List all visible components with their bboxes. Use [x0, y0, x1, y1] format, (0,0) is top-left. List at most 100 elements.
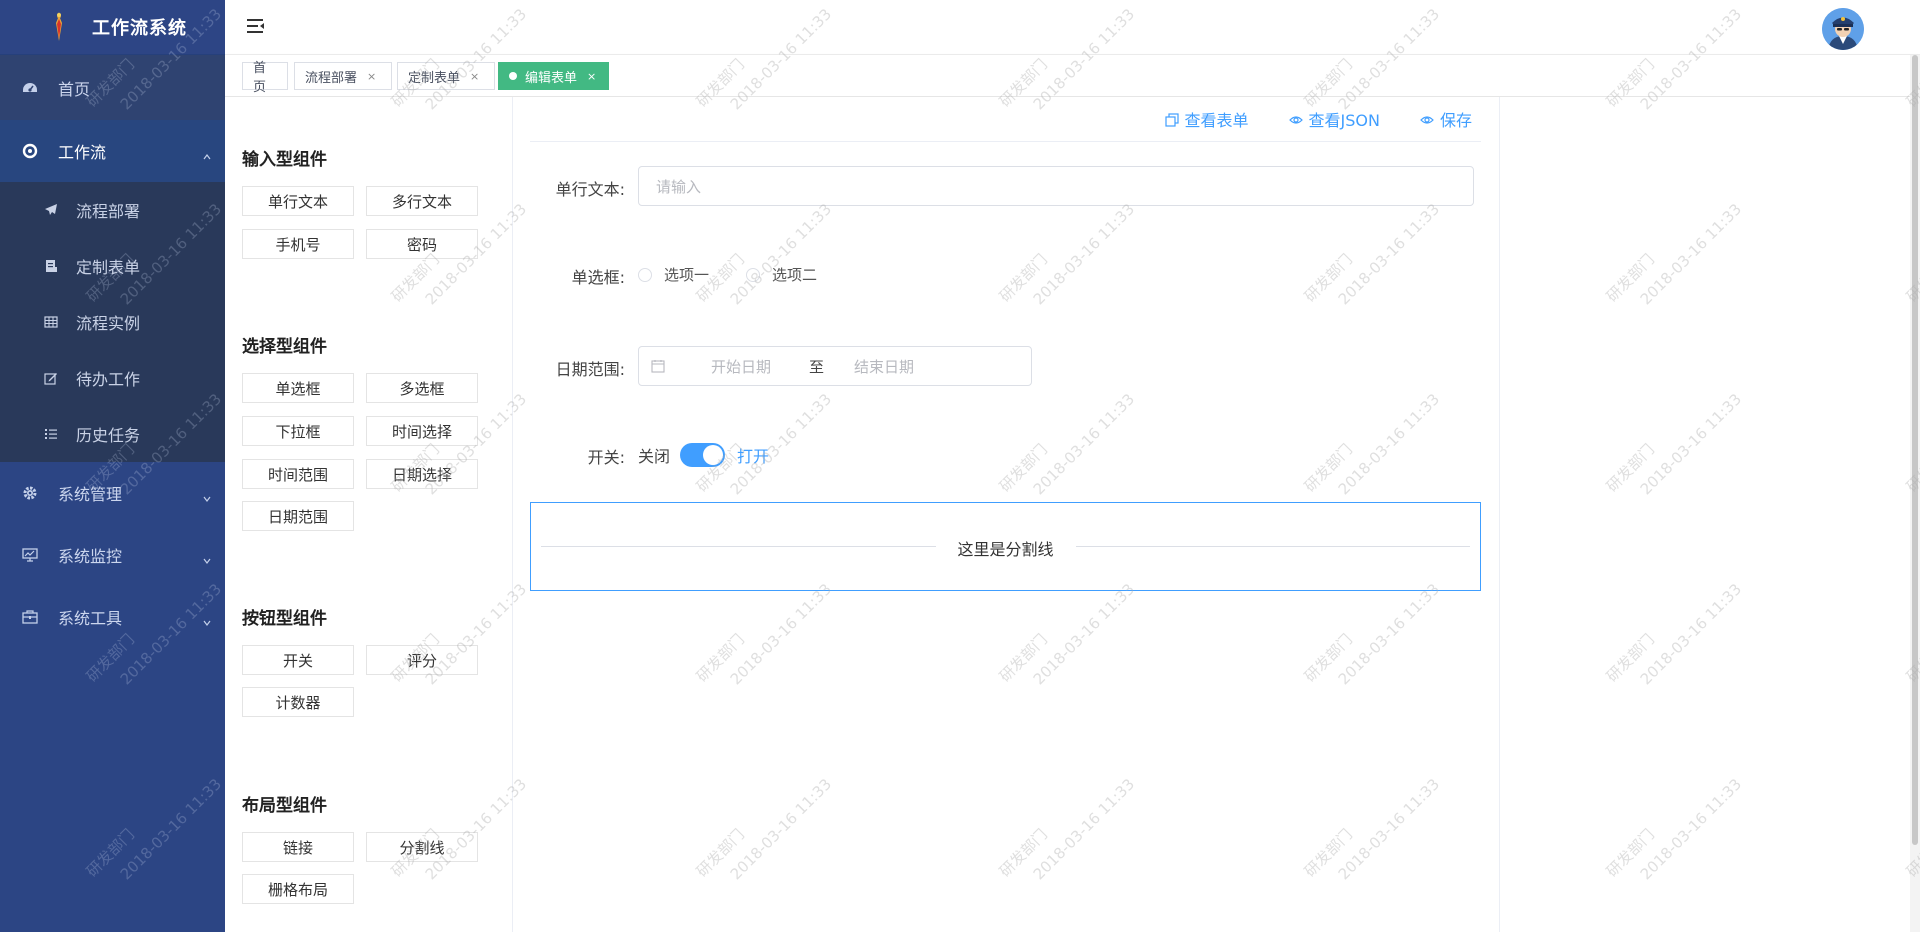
- start-date-input[interactable]: 开始日期: [711, 356, 771, 377]
- save-label: 保存: [1439, 111, 1472, 130]
- sidebar-item-system-tools[interactable]: 系统工具: [0, 586, 225, 648]
- tab-custom-form[interactable]: 定制表单 ×: [397, 62, 495, 90]
- sidebar-item-process-instance[interactable]: 流程实例: [0, 294, 225, 350]
- toolbox-icon: [22, 609, 38, 625]
- component-phone[interactable]: 手机号: [242, 229, 354, 259]
- logo-icon: [52, 11, 66, 43]
- sidebar-item-todo[interactable]: 待办工作: [0, 350, 225, 406]
- close-icon[interactable]: ×: [470, 70, 479, 83]
- chevron-down-icon: [203, 488, 211, 502]
- sidebar: 工作流系统 首页 工作流 流程部署 定制表单 流程实例 待办工作 历史任务 系统…: [0, 0, 225, 932]
- component-grid-layout[interactable]: 栅格布局: [242, 874, 354, 904]
- tab-label: 首页: [253, 61, 267, 95]
- avatar[interactable]: [1822, 8, 1864, 50]
- component-select[interactable]: 下拉框: [242, 416, 354, 446]
- radio-option-1[interactable]: 选项一: [638, 264, 709, 285]
- calendar-icon: [651, 359, 665, 373]
- sidebar-item-label: 系统管理: [58, 485, 123, 504]
- tab-edit-form[interactable]: 编辑表单 ×: [498, 62, 609, 90]
- text-placeholder: 请输入: [656, 177, 702, 196]
- radio-option-2[interactable]: 选项二: [746, 264, 817, 285]
- logo-bar[interactable]: 工作流系统: [0, 0, 225, 55]
- sidebar-item-label: 待办工作: [76, 370, 141, 389]
- sidebar-item-label: 工作流: [58, 143, 107, 162]
- radio-option-label: 选项一: [664, 266, 710, 284]
- sidebar-item-system-monitor[interactable]: 系统监控: [0, 524, 225, 586]
- view-json-label: 查看JSON: [1308, 111, 1380, 130]
- view-json-button[interactable]: 查看JSON: [1288, 107, 1380, 131]
- radio-option-label: 选项二: [772, 266, 818, 284]
- date-separator: 至: [809, 357, 825, 376]
- radio-circle-icon: [746, 267, 760, 282]
- list-icon: [44, 427, 58, 441]
- edit-icon: [44, 371, 58, 385]
- text-field-label: 单行文本:: [555, 180, 625, 199]
- tab-label: 编辑表单: [525, 70, 578, 86]
- sidebar-item-label: 首页: [58, 79, 91, 99]
- component-date-picker[interactable]: 日期选择: [366, 459, 478, 489]
- switch-on-label: 打开: [737, 447, 770, 466]
- save-button[interactable]: 保存: [1420, 107, 1472, 131]
- end-date-input[interactable]: 结束日期: [854, 356, 914, 377]
- component-counter[interactable]: 计数器: [242, 687, 354, 717]
- view-form-button[interactable]: 查看表单: [1164, 107, 1249, 131]
- radio-circle-icon: [638, 267, 652, 282]
- monitor-icon: [22, 547, 38, 563]
- chevron-down-icon: [203, 550, 211, 564]
- component-time-picker[interactable]: 时间选择: [366, 416, 478, 446]
- chevron-up-icon: [203, 146, 211, 160]
- component-password[interactable]: 密码: [366, 229, 478, 259]
- sidebar-item-process-deploy[interactable]: 流程部署: [0, 182, 225, 238]
- group-title-input: 输入型组件: [242, 150, 327, 170]
- scrollbar-thumb[interactable]: [1912, 55, 1918, 845]
- sidebar-item-home[interactable]: 首页: [0, 55, 225, 120]
- gear-icon: [22, 485, 38, 501]
- eye-icon: [1288, 112, 1303, 126]
- tab-home[interactable]: 首页: [242, 61, 288, 95]
- sidebar-item-workflow[interactable]: 工作流: [0, 120, 225, 182]
- single-line-text-input[interactable]: 请输入: [638, 166, 1474, 206]
- scrollbar[interactable]: [1910, 55, 1920, 932]
- active-dot-icon: [509, 72, 517, 80]
- tab-label: 定制表单: [408, 70, 461, 86]
- component-rate[interactable]: 评分: [366, 645, 478, 675]
- workflow-submenu: 流程部署 定制表单 流程实例 待办工作 历史任务: [0, 182, 225, 462]
- date-range-label: 日期范围:: [555, 360, 625, 379]
- sidebar-item-label: 系统工具: [58, 609, 123, 628]
- properties-panel: [1500, 97, 1910, 932]
- sidebar-item-history[interactable]: 历史任务: [0, 406, 225, 462]
- component-date-range[interactable]: 日期范围: [242, 501, 354, 531]
- action-divider: [530, 141, 1481, 142]
- workflow-icon: [22, 143, 38, 159]
- switch-toggle[interactable]: [680, 443, 726, 467]
- sidebar-item-label: 流程部署: [76, 202, 141, 221]
- group-title-select: 选择型组件: [242, 337, 327, 357]
- close-icon[interactable]: ×: [587, 70, 596, 83]
- form-icon: [44, 259, 58, 273]
- sidebar-item-system-admin[interactable]: 系统管理: [0, 462, 225, 524]
- form-canvas: 查看表单 查看JSON 保存 单行文本: 请输入 单选框: 选项一 选项二 日期…: [513, 97, 1500, 932]
- tab-process-deploy[interactable]: 流程部署 ×: [294, 62, 392, 90]
- component-single-line-text[interactable]: 单行文本: [242, 186, 354, 216]
- component-multi-line-text[interactable]: 多行文本: [366, 186, 478, 216]
- sidebar-item-label: 系统监控: [58, 547, 123, 566]
- hamburger-icon[interactable]: [245, 17, 267, 37]
- component-time-range[interactable]: 时间范围: [242, 459, 354, 489]
- switch-row: 关闭 打开: [638, 443, 769, 467]
- component-radio[interactable]: 单选框: [242, 373, 354, 403]
- top-navbar: [225, 0, 1920, 55]
- sidebar-item-label: 流程实例: [76, 314, 141, 333]
- date-range-picker[interactable]: 开始日期 至 结束日期: [638, 346, 1032, 386]
- component-switch[interactable]: 开关: [242, 645, 354, 675]
- dashboard-icon: [22, 80, 38, 96]
- tab-label: 流程部署: [305, 70, 358, 86]
- sidebar-item-custom-form[interactable]: 定制表单: [0, 238, 225, 294]
- close-icon[interactable]: ×: [367, 70, 376, 83]
- divider-component[interactable]: 这里是分割线: [530, 502, 1481, 591]
- chevron-down-icon: [203, 612, 211, 626]
- sidebar-item-label: 历史任务: [76, 426, 141, 445]
- component-link[interactable]: 链接: [242, 832, 354, 862]
- component-checkbox[interactable]: 多选框: [366, 373, 478, 403]
- component-divider[interactable]: 分割线: [366, 832, 478, 862]
- action-bar: 查看表单 查看JSON 保存: [1164, 107, 1499, 131]
